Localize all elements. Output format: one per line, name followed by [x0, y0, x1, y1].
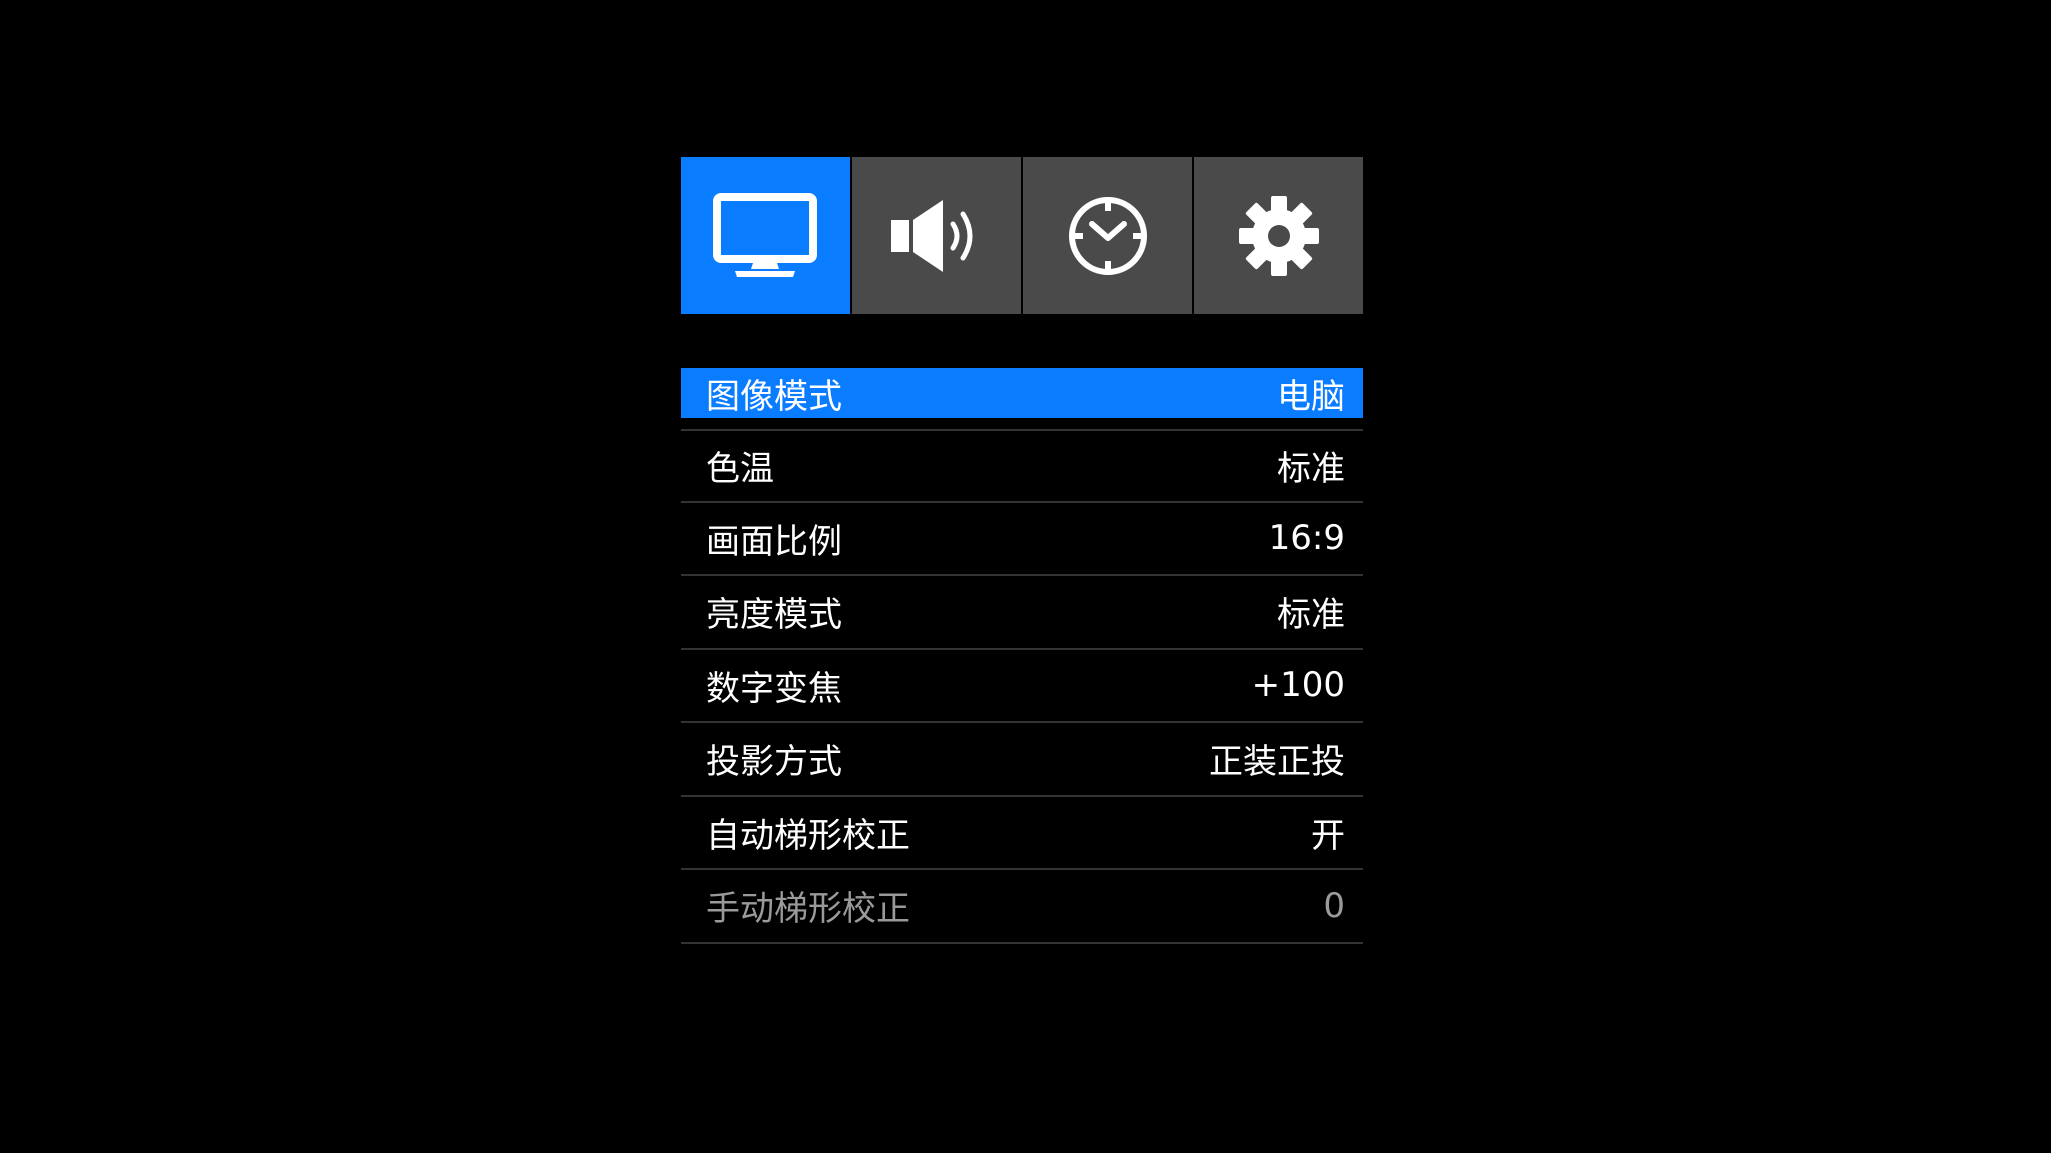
gear-icon	[1238, 195, 1319, 276]
row-label: 投影方式	[706, 742, 842, 783]
row-value: 16:9	[1268, 518, 1345, 559]
speaker-icon	[891, 199, 973, 272]
menu-row-picture-mode[interactable]: 图像模式 电脑	[681, 368, 1363, 418]
row-value: 开	[1311, 815, 1345, 856]
tab-sound[interactable]	[852, 157, 1021, 314]
menu-row-color-temperature[interactable]: 色温 标准	[681, 429, 1363, 503]
row-label: 色温	[706, 449, 774, 490]
menu-row-brightness-mode[interactable]: 亮度模式 标准	[681, 576, 1363, 650]
row-value: 0	[1323, 885, 1345, 926]
picture-settings-list: 图像模式 电脑 色温 标准 画面比例 16:9 亮度模式 标准 数字变焦 +10…	[681, 368, 1363, 944]
menu-row-auto-keystone[interactable]: 自动梯形校正 开	[681, 797, 1363, 870]
row-value: 标准	[1277, 595, 1345, 636]
menu-row-manual-keystone: 手动梯形校正 0	[681, 870, 1363, 944]
row-value: +100	[1251, 665, 1345, 706]
row-value: 正装正投	[1209, 742, 1345, 783]
tab-timer[interactable]	[1023, 157, 1192, 314]
row-label: 数字变焦	[706, 668, 842, 709]
row-label: 自动梯形校正	[706, 815, 910, 856]
menu-row-aspect-ratio[interactable]: 画面比例 16:9	[681, 503, 1363, 576]
tab-picture[interactable]	[681, 157, 850, 314]
row-value: 电脑	[1277, 376, 1345, 417]
menu-row-digital-zoom[interactable]: 数字变焦 +100	[681, 650, 1363, 723]
projector-osd-menu: 图像模式 电脑 色温 标准 画面比例 16:9 亮度模式 标准 数字变焦 +10…	[681, 157, 1363, 944]
row-label: 手动梯形校正	[706, 889, 910, 930]
row-label: 图像模式	[706, 376, 842, 417]
menu-row-projection-mode[interactable]: 投影方式 正装正投	[681, 723, 1363, 797]
clock-icon	[1068, 196, 1147, 275]
row-label: 亮度模式	[706, 595, 842, 636]
menu-tab-bar	[681, 157, 1363, 314]
row-value: 标准	[1277, 449, 1345, 490]
monitor-icon	[713, 192, 818, 277]
row-label: 画面比例	[706, 521, 842, 562]
tab-settings[interactable]	[1194, 157, 1363, 314]
